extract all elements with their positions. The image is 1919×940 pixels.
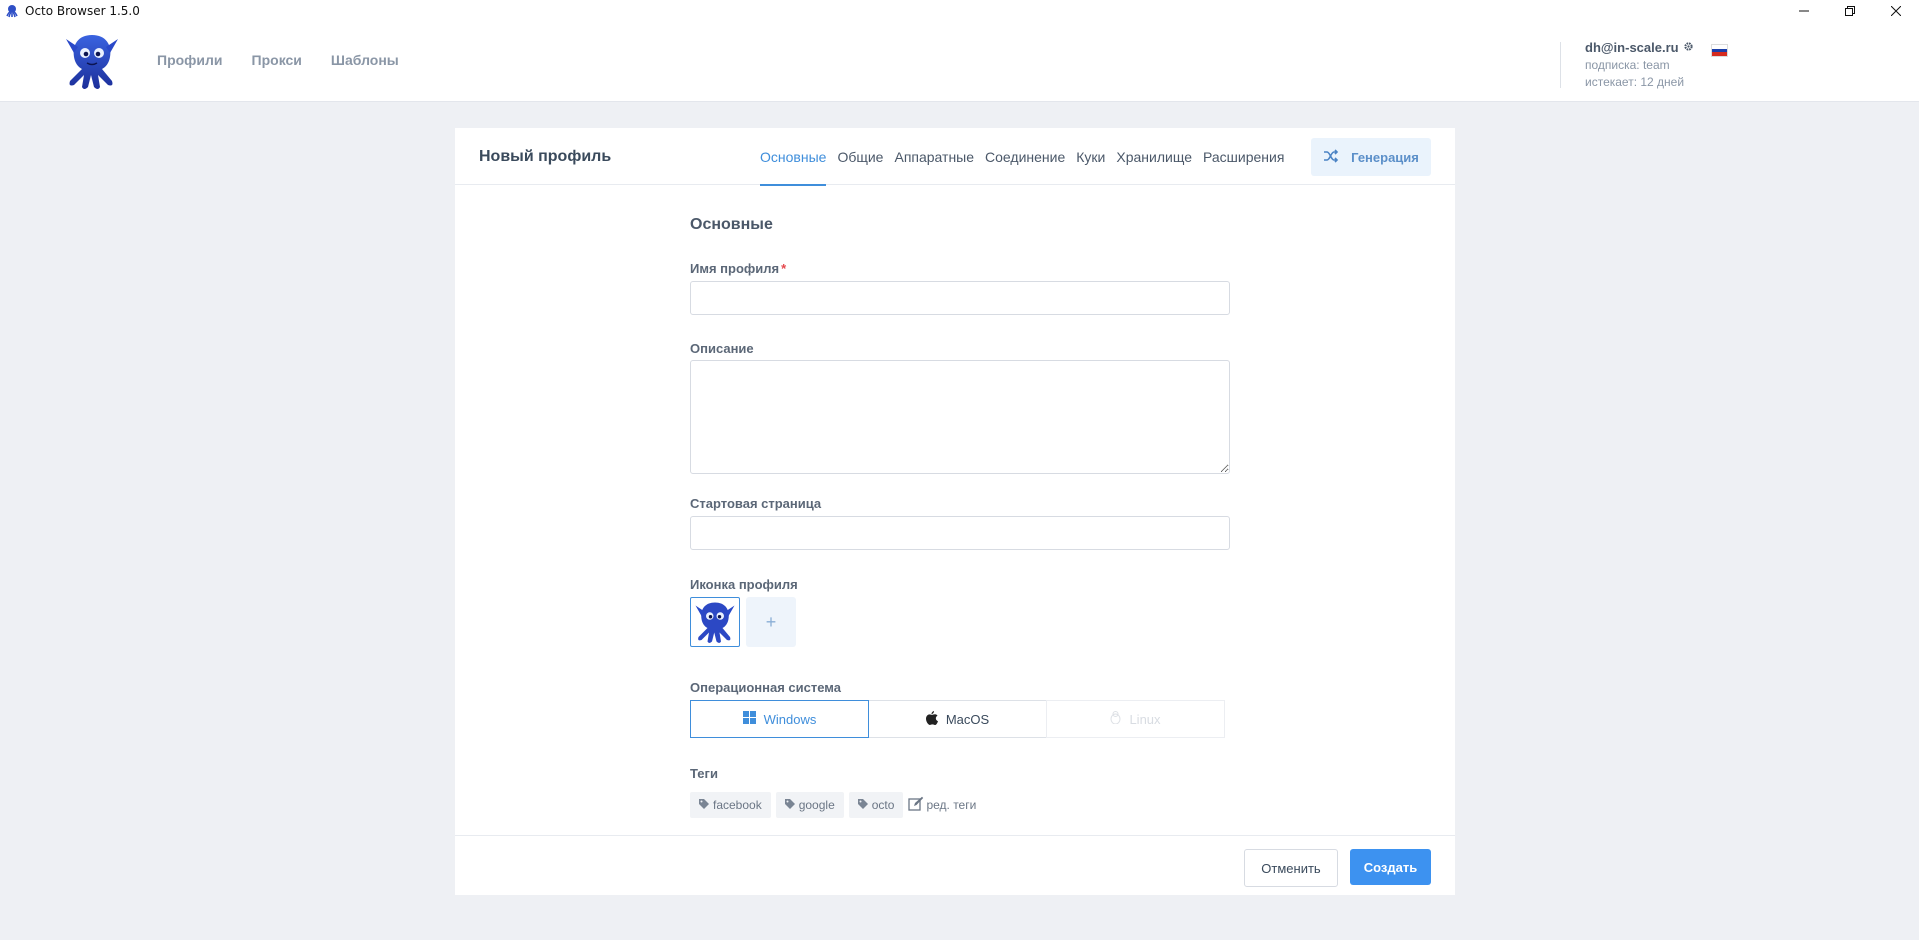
os-selector: Windows MacOS Linux	[690, 700, 1225, 738]
tag-label: google	[798, 798, 835, 812]
minimize-icon[interactable]	[1781, 0, 1827, 22]
os-windows-button[interactable]: Windows	[690, 700, 869, 738]
profile-name-label: Имя профиля *	[690, 261, 786, 276]
profile-icon-label: Иконка профиля	[690, 577, 798, 592]
tag-item[interactable]: facebook	[690, 792, 771, 818]
edit-tags-label: ред. теги	[926, 798, 977, 812]
apple-icon	[925, 710, 938, 728]
tab-extensions[interactable]: Расширения	[1203, 128, 1284, 185]
tab-cookies[interactable]: Куки	[1076, 128, 1105, 185]
profile-name-label-text: Имя профиля	[690, 261, 780, 276]
edit-tags-button[interactable]: ред. теги	[908, 792, 976, 818]
os-windows-label: Windows	[763, 711, 817, 727]
octopus-logo[interactable]	[60, 29, 124, 93]
card-footer: Отменить Создать	[455, 835, 1455, 895]
os-linux-label: Linux	[1129, 711, 1161, 727]
expires-text: истекает: 12 дней	[1585, 75, 1685, 89]
windows-icon	[742, 711, 756, 727]
profile-name-input[interactable]	[690, 281, 1230, 315]
header-divider	[1560, 42, 1561, 88]
description-textarea[interactable]	[690, 360, 1230, 474]
tags-label: Теги	[690, 766, 718, 781]
shuffle-icon	[1323, 148, 1339, 166]
app-header: Профили Прокси Шаблоны dh@in-scale.ru по…	[0, 22, 1919, 102]
section-title: Основные	[690, 216, 773, 233]
tab-storage[interactable]: Хранилище	[1116, 128, 1192, 185]
os-macos-button[interactable]: MacOS	[868, 700, 1047, 738]
nav-profiles[interactable]: Профили	[157, 52, 223, 68]
generate-label: Генерация	[1351, 149, 1419, 165]
page-title: Новый профиль	[479, 148, 612, 165]
start-page-label: Стартовая страница	[690, 496, 822, 511]
account-info: dh@in-scale.ru подписка: team истекает: …	[1585, 40, 1694, 89]
nav-templates[interactable]: Шаблоны	[331, 52, 399, 68]
tab-basic[interactable]: Основные	[760, 128, 827, 186]
tag-label: facebook	[713, 798, 762, 812]
create-button[interactable]: Создать	[1350, 849, 1431, 885]
gear-icon[interactable]	[1683, 40, 1694, 55]
start-page-input[interactable]	[690, 516, 1230, 550]
tab-hardware[interactable]: Аппаратные	[894, 128, 974, 185]
tag-icon	[857, 798, 868, 812]
close-icon[interactable]	[1873, 0, 1919, 22]
edit-icon	[908, 796, 924, 815]
tag-label: octo	[871, 798, 895, 812]
os-label: Операционная система	[690, 680, 841, 695]
card-header: Новый профиль Основные Общие Аппаратные …	[455, 128, 1455, 186]
restore-icon[interactable]	[1827, 0, 1873, 22]
tag-item[interactable]: google	[775, 792, 844, 818]
tag-item[interactable]: octo	[848, 792, 904, 818]
russian-flag-icon[interactable]	[1711, 44, 1728, 57]
tab-connection[interactable]: Соединение	[985, 128, 1065, 185]
add-icon-button[interactable]: +	[746, 597, 796, 647]
tag-icon	[784, 798, 795, 812]
window-title: Octo Browser 1.5.0	[25, 4, 140, 18]
nav-proxies[interactable]: Прокси	[252, 52, 302, 68]
os-linux-button: Linux	[1046, 700, 1225, 738]
subscription-text: подписка: team	[1585, 58, 1670, 72]
new-profile-card: Новый профиль Основные Общие Аппаратные …	[455, 128, 1455, 895]
octopus-icon	[4, 3, 20, 19]
required-marker: *	[781, 261, 787, 276]
plus-icon: +	[765, 611, 777, 632]
linux-icon	[1110, 711, 1121, 727]
tags-list: facebook google octo ред. теги	[690, 792, 976, 818]
window-titlebar: Octo Browser 1.5.0	[0, 0, 1919, 22]
main-nav: Профили Прокси Шаблоны	[157, 52, 399, 68]
cancel-button[interactable]: Отменить	[1244, 849, 1338, 887]
tab-general[interactable]: Общие	[837, 128, 883, 185]
account-email[interactable]: dh@in-scale.ru	[1585, 40, 1679, 55]
os-macos-label: MacOS	[945, 711, 990, 727]
description-label: Описание	[690, 341, 754, 356]
tag-icon	[699, 798, 709, 812]
profile-icon-option[interactable]	[690, 597, 740, 647]
generate-button[interactable]: Генерация	[1311, 138, 1431, 176]
profile-tabs: Основные Общие Аппаратные Соединение Кук…	[760, 128, 1284, 186]
